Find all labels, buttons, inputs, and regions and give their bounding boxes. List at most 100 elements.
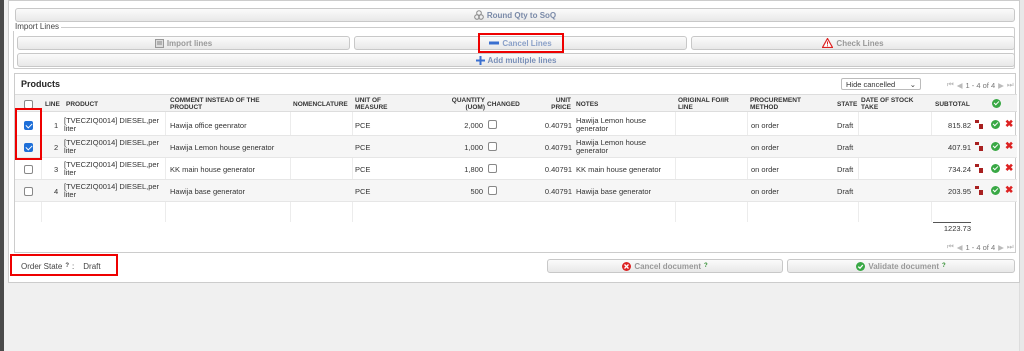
row-quantity: 1,000 <box>464 143 483 152</box>
document-icon[interactable] <box>975 186 983 195</box>
cancel-document-button[interactable]: Cancel document ? <box>547 259 783 273</box>
pager-bottom-text: 1 - 4 of 4 <box>965 242 996 252</box>
help-mark[interactable]: ? <box>65 263 69 269</box>
import-lines-button[interactable]: Import lines <box>17 36 350 50</box>
col-state: STATE <box>837 101 858 108</box>
products-title: Products <box>21 79 61 89</box>
row-state: Draft <box>837 121 854 130</box>
document-icon[interactable] <box>975 142 983 151</box>
col-notes: NOTES <box>576 101 599 108</box>
row-notes: Hawija Lemon house generator <box>576 138 647 155</box>
plus-icon <box>475 55 485 65</box>
document-icon[interactable] <box>975 164 983 173</box>
first-page-icon[interactable]: ⏮ <box>947 80 954 90</box>
table-row[interactable]: 1 [TVECZIQ0014] DIESEL,per liter Hawija … <box>15 114 1017 136</box>
row-line: 2 <box>54 143 59 152</box>
check-circle-icon <box>856 261 866 271</box>
row-subtotal: 407.91 <box>948 143 971 152</box>
next-page-icon[interactable]: ▶ <box>998 81 1004 90</box>
cancel-lines-label: Cancel Lines <box>502 38 552 48</box>
prev-page-icon[interactable]: ◀ <box>957 243 963 252</box>
filter-select-value: Hide cancelled <box>846 79 896 89</box>
row-procurement: on order <box>751 143 779 152</box>
help-mark[interactable]: ? <box>942 263 946 269</box>
col-nomenclature: NOMENCLATURE <box>293 101 348 108</box>
round-qty-button[interactable]: Round Qty to SoQ <box>15 8 1015 22</box>
col-original-fo: ORIGINAL FO/IR LINE <box>678 97 729 111</box>
check-lines-button[interactable]: Check Lines <box>691 36 1015 50</box>
delete-line-icon[interactable]: ✖ <box>1005 186 1013 196</box>
validate-line-icon[interactable] <box>991 186 1000 195</box>
row-checkbox[interactable] <box>24 143 33 152</box>
import-icon <box>154 38 164 48</box>
last-page-icon[interactable]: ⏭ <box>1007 242 1014 252</box>
row-notes: Hawija Lemon house generator <box>576 116 647 133</box>
row-unit-price: 0.40791 <box>544 143 572 152</box>
left-edge <box>0 0 4 351</box>
col-line: LINE <box>45 101 60 108</box>
validate-line-icon[interactable] <box>991 142 1000 151</box>
row-changed-checkbox[interactable] <box>488 164 497 173</box>
validate-document-button[interactable]: Validate document ? <box>787 259 1015 273</box>
row-checkbox[interactable] <box>24 121 33 130</box>
col-product: PRODUCT <box>66 101 99 108</box>
table-row[interactable]: 4 [TVECZIQ0014] DIESEL,per liter Hawija … <box>15 180 1017 202</box>
col-comment: COMMENT INSTEAD OF THE PRODUCT <box>170 97 260 111</box>
row-procurement: on order <box>751 165 779 174</box>
row-procurement: on order <box>751 121 779 130</box>
col-uom: UNIT OF MEASURE <box>355 97 388 111</box>
import-lines-label: Import lines <box>166 38 213 48</box>
cancel-lines-button[interactable]: Cancel Lines <box>354 36 687 50</box>
col-procurement: PROCUREMENT METHOD <box>750 97 801 111</box>
row-comment: Hawija base generator <box>170 187 246 196</box>
delete-line-icon[interactable]: ✖ <box>1005 142 1013 152</box>
pager-top-text: 1 - 4 of 4 <box>965 80 996 90</box>
prev-page-icon[interactable]: ◀ <box>957 81 963 90</box>
order-state-sep: : <box>72 261 75 271</box>
delete-line-icon[interactable]: ✖ <box>1005 120 1013 130</box>
row-unit-price: 0.40791 <box>544 187 572 196</box>
row-changed-checkbox[interactable] <box>488 142 497 151</box>
first-page-icon[interactable]: ⏮ <box>947 242 954 252</box>
check-lines-label: Check Lines <box>836 38 884 48</box>
row-line: 1 <box>54 121 59 130</box>
help-mark[interactable]: ? <box>704 263 708 269</box>
document-icon[interactable] <box>975 120 983 129</box>
row-state: Draft <box>837 165 854 174</box>
delete-line-icon[interactable]: ✖ <box>1005 164 1013 174</box>
col-unit-price: UNIT PRICE <box>551 97 571 111</box>
row-unit-price: 0.40791 <box>544 165 572 174</box>
add-multiple-label: Add multiple lines <box>487 55 557 65</box>
add-multiple-lines-button[interactable]: Add multiple lines <box>17 53 1015 67</box>
col-changed: CHANGED <box>487 101 520 108</box>
col-quantity: QUANTITY (UOM) <box>451 97 485 111</box>
row-checkbox[interactable] <box>24 187 33 196</box>
table-row[interactable]: 3 [TVECZIQ0014] DIESEL,per liter KK main… <box>15 158 1017 180</box>
table-row[interactable]: 2 [TVECZIQ0014] DIESEL,per liter Hawija … <box>15 136 1017 158</box>
validate-all-icon[interactable] <box>992 99 1001 108</box>
row-state: Draft <box>837 187 854 196</box>
row-product: [TVECZIQ0014] DIESEL,per liter <box>64 160 160 177</box>
row-notes: KK main house generator <box>576 165 662 174</box>
order-state-label: Order State <box>21 261 63 271</box>
next-page-icon[interactable]: ▶ <box>998 243 1004 252</box>
row-subtotal: 203.95 <box>948 187 971 196</box>
row-checkbox[interactable] <box>24 165 33 174</box>
last-page-icon[interactable]: ⏭ <box>1007 80 1014 90</box>
select-all-checkbox[interactable] <box>24 100 33 109</box>
chevron-down-icon: ⌄ <box>909 79 916 89</box>
minus-icon <box>489 41 500 45</box>
row-changed-checkbox[interactable] <box>488 186 497 195</box>
validate-line-icon[interactable] <box>991 120 1000 129</box>
row-uom: PCE <box>355 165 371 174</box>
row-line: 3 <box>54 165 59 174</box>
pager-top: ⏮ ◀ 1 - 4 of 4 ▶ ⏭ <box>947 80 1014 90</box>
filter-select[interactable]: Hide cancelled ⌄ <box>841 78 921 90</box>
grand-total: 1223.73 <box>943 224 971 233</box>
products-grid: Products Hide cancelled ⌄ ⏮ ◀ 1 - 4 of 4… <box>14 73 1017 253</box>
row-subtotal: 734.24 <box>948 165 971 174</box>
validate-line-icon[interactable] <box>991 164 1000 173</box>
row-changed-checkbox[interactable] <box>488 120 497 129</box>
row-product: [TVECZIQ0014] DIESEL,per liter <box>64 138 160 155</box>
row-subtotal: 815.82 <box>948 121 971 130</box>
